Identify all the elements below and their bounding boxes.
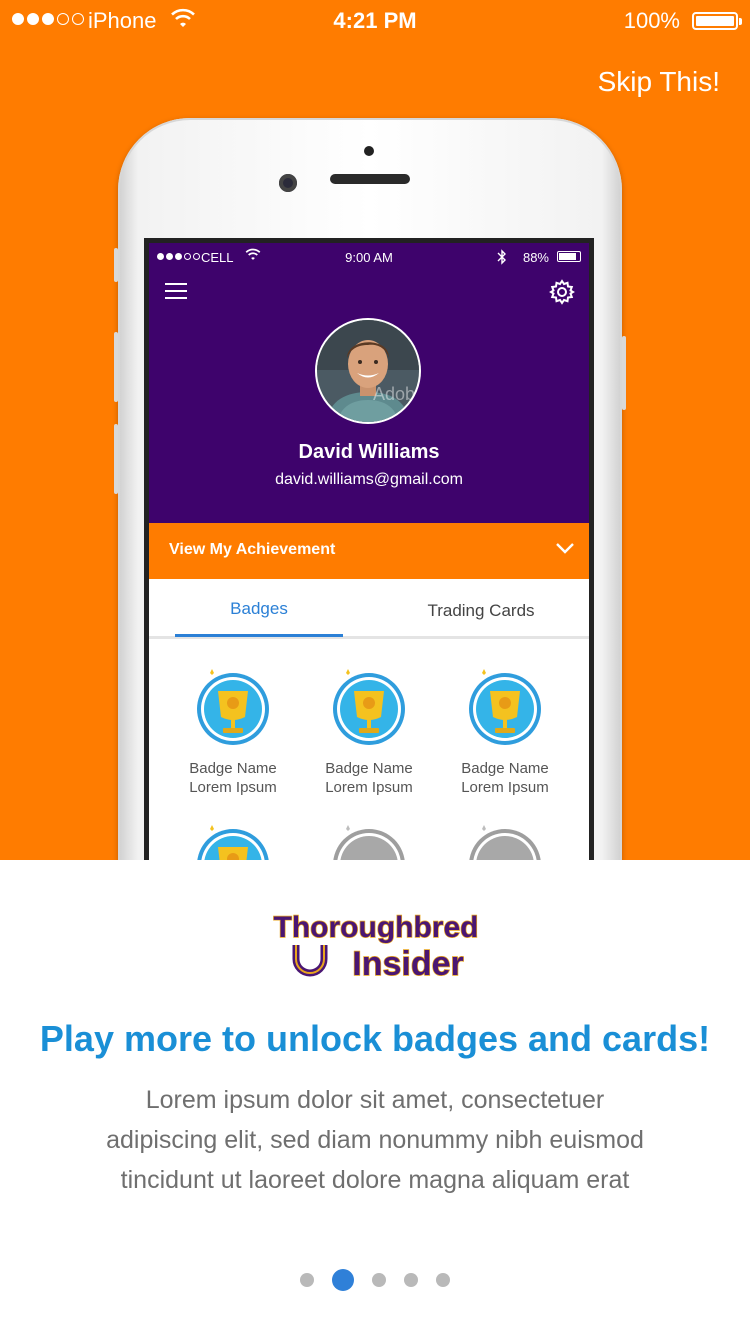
logo-line2: Insider [352,945,463,983]
thoroughbred-insider-logo: Thoroughbred Insider [262,905,490,985]
page-dot-active[interactable] [332,1269,354,1291]
phone-camera [279,174,297,192]
tab-badges[interactable]: Badges [175,599,343,619]
badge-subtitle: Lorem Ipsum [189,779,277,796]
tab-bar: Badges Trading Cards [149,579,589,639]
phone-sensor [364,146,374,156]
badge-name: Badge Name Lorem Ipsum [309,759,429,797]
description-line: Lorem ipsum dolor sit amet, consectetuer [145,1086,605,1114]
battery-icon [557,251,581,262]
page-dot[interactable] [404,1273,418,1287]
menu-bar [165,290,187,292]
badge-item-locked[interactable] [445,819,565,860]
badge-subtitle: Lorem Ipsum [461,779,549,796]
horseshoe-icon [292,945,328,977]
battery-icon [692,12,742,30]
onboarding-headline: Play more to unlock badges and cards! [39,1018,711,1059]
battery-percent: 100% [623,8,680,33]
user-name: David Williams [298,441,440,463]
mock-battery-percent: 88% [522,250,549,265]
mock-status-bar: CELL 9:00 AM 88% [149,243,589,273]
phone-screen: CELL 9:00 AM 88% Adobe David Williams da… [144,238,594,860]
badge-item-locked[interactable] [309,819,429,860]
badge-item[interactable] [173,819,293,860]
logo-line1: Thoroughbred [274,911,479,944]
avatar-photo [317,320,419,422]
badge-item[interactable]: Badge Name Lorem Ipsum [173,663,293,797]
page-dot[interactable] [372,1273,386,1287]
phone-mockup: CELL 9:00 AM 88% Adobe David Williams da… [114,118,626,860]
page-dot[interactable] [436,1273,450,1287]
badge-grid: Badge Name Lorem Ipsum Badge Name Lorem … [149,643,589,860]
battery-fill [559,253,576,260]
trophy-badge-icon [197,669,269,745]
avatar-watermark: Adobe [373,384,421,404]
menu-bar [165,283,187,285]
logo-graphic: Thoroughbred Insider [273,910,479,983]
battery-fill [696,16,734,26]
achievement-label: View My Achievement [169,541,336,558]
page-dot[interactable] [300,1273,314,1287]
badge-item[interactable]: Badge Name Lorem Ipsum [309,663,429,797]
hero-orange-panel: iPhone 4:21 PM 100% Skip This! CELL 9:00… [0,0,750,860]
description-line: adipiscing elit, sed diam nonummy nibh e… [106,1126,644,1154]
ios-status-bar: iPhone 4:21 PM 100% [0,0,750,40]
phone-power-button [622,336,626,410]
avatar: Adobe [315,318,421,424]
chevron-down-icon [556,543,574,554]
phone-speaker [330,174,410,184]
profile-header: CELL 9:00 AM 88% Adobe David Williams da… [149,243,589,523]
badge-title: Badge Name [189,760,277,777]
badge-title: Badge Name [325,760,413,777]
trophy-badge-icon [197,825,269,860]
skip-button[interactable]: Skip This! [598,66,720,98]
trophy-badge-icon [469,669,541,745]
badge-title: Badge Name [461,760,549,777]
settings-gear-icon[interactable] [549,279,575,305]
badge-item[interactable]: Badge Name Lorem Ipsum [445,663,565,797]
view-achievement-dropdown[interactable]: View My Achievement [149,523,589,579]
onboarding-description: Lorem ipsum dolor sit amet, consectetuer… [60,1080,690,1200]
phone-mute-switch [114,248,118,282]
bluetooth-icon [497,249,506,265]
locked-badge-icon [333,825,405,860]
active-tab-indicator [175,634,343,637]
mock-app: CELL 9:00 AM 88% Adobe David Williams da… [149,243,589,860]
locked-badge-icon [469,825,541,860]
user-email: david.williams@gmail.com [275,471,463,488]
description-line: tincidunt ut laoreet dolore magna aliqua… [120,1166,630,1194]
badge-subtitle: Lorem Ipsum [325,779,413,796]
phone-volume-down [114,424,118,494]
trophy-badge-icon [333,669,405,745]
menu-bar [165,297,187,299]
phone-volume-up [114,332,118,402]
hamburger-menu-icon[interactable] [165,283,187,301]
page-indicator [0,1269,750,1291]
tab-trading-cards[interactable]: Trading Cards [397,601,565,621]
badge-name: Badge Name Lorem Ipsum [445,759,565,797]
badge-name: Badge Name Lorem Ipsum [173,759,293,797]
